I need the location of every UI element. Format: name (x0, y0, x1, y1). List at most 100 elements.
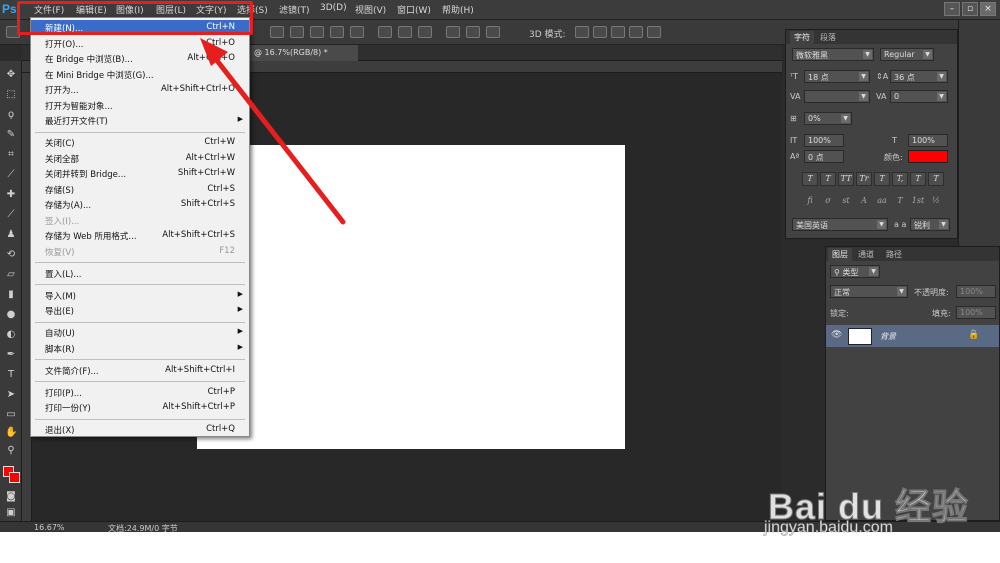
quick-mask-icon[interactable]: ◙ (5, 491, 17, 503)
titling-alternates-button[interactable]: T (892, 195, 908, 209)
font-style-select[interactable]: Regular ▼ (880, 48, 934, 61)
file-menu-item[interactable]: 关闭并转到 Bridge... Shift+Ctrl+W (31, 166, 249, 181)
dodge-tool-icon[interactable]: ◐ (5, 329, 17, 341)
visibility-eye-icon[interactable]: 👁 (831, 330, 842, 340)
file-menu-item[interactable]: 在 Bridge 中浏览(B)... Alt+Ctrl+O (31, 51, 249, 66)
3d-roll-icon[interactable] (593, 26, 607, 38)
blur-tool-icon[interactable]: ● (5, 309, 17, 321)
menu-window[interactable]: 窗口(W) (397, 3, 431, 16)
hand-tool-icon[interactable]: ✋ (5, 427, 17, 439)
underline-button[interactable]: T (910, 172, 926, 186)
file-menu-item[interactable]: 置入(L)... (31, 266, 249, 281)
file-menu-item[interactable]: 导出(E) ▶ (31, 303, 249, 318)
file-menu-item[interactable]: 存储为(A)... Shift+Ctrl+S (31, 197, 249, 212)
gradient-tool-icon[interactable]: ▮ (5, 289, 17, 301)
clone-stamp-tool-icon[interactable]: ♟ (5, 229, 17, 241)
path-select-tool-icon[interactable]: ➤ (5, 389, 17, 401)
distribute-center-icon[interactable] (466, 26, 480, 38)
align-middle-icon[interactable] (350, 26, 364, 38)
3d-scale-icon[interactable] (647, 26, 661, 38)
tab-character[interactable]: 字符 (790, 31, 814, 44)
type-tool-icon[interactable]: T (5, 369, 17, 381)
file-menu-item[interactable]: 关闭(C) Ctrl+W (31, 135, 249, 150)
stylistic-alternates-button[interactable]: aa (874, 195, 890, 209)
zoom-level[interactable]: 16.67% (34, 523, 65, 532)
file-menu-item[interactable]: 关闭全部 Alt+Ctrl+W (31, 151, 249, 166)
screen-mode-icon[interactable]: ▣ (5, 507, 17, 519)
language-select[interactable]: 美国英语 ▼ (792, 218, 888, 231)
file-menu-item[interactable]: 打印一份(Y) Alt+Shift+Ctrl+P (31, 400, 249, 415)
distribute-right-icon[interactable] (486, 26, 500, 38)
align-right-icon[interactable] (310, 26, 324, 38)
menu-help[interactable]: 帮助(H) (442, 3, 474, 16)
3d-rotate-icon[interactable] (575, 26, 589, 38)
layer-filter-select[interactable]: ⚲ 类型 ▼ (830, 265, 880, 278)
vertical-scale-input[interactable]: 100% (804, 134, 844, 147)
discretionary-ligatures-button[interactable]: st (838, 195, 854, 209)
move-tool-icon[interactable]: ✥ (5, 69, 17, 81)
quick-select-tool-icon[interactable]: ✎ (5, 129, 17, 141)
kerning-select[interactable]: ▼ (804, 90, 870, 103)
superscript-button[interactable]: T (874, 172, 890, 186)
file-menu-item[interactable]: 脚本(R) ▶ (31, 341, 249, 356)
minimize-icon[interactable]: – (944, 2, 960, 16)
distribute-middle-icon[interactable] (398, 26, 412, 38)
ligatures-button[interactable]: fi (802, 195, 818, 209)
file-menu-item[interactable]: 打开(O)... Ctrl+O (31, 36, 249, 51)
file-menu-item[interactable]: 自动(U) ▶ (31, 325, 249, 340)
file-menu-item[interactable]: 在 Mini Bridge 中浏览(G)... (31, 67, 249, 82)
3d-pan-icon[interactable] (611, 26, 625, 38)
file-menu-item[interactable]: 存储为 Web 所用格式... Alt+Shift+Ctrl+S (31, 228, 249, 243)
marquee-tool-icon[interactable]: ⬚ (5, 89, 17, 101)
tab-paths[interactable]: 路径 (882, 248, 906, 261)
document-tab[interactable]: @ 16.7%(RGB/8) * (250, 45, 358, 61)
small-caps-button[interactable]: Tr (856, 172, 872, 186)
brush-tool-icon[interactable]: ⟋ (5, 209, 17, 221)
menu-3d[interactable]: 3D(D) (320, 3, 347, 13)
old-style-button[interactable]: σ (820, 195, 836, 209)
leading-select[interactable]: 36 点 ▼ (890, 70, 948, 83)
antialias-select[interactable]: 锐利 ▼ (910, 218, 950, 231)
tab-paragraph[interactable]: 段落 (816, 31, 840, 44)
file-menu-item[interactable]: 打开为智能对象... (31, 98, 249, 113)
lasso-tool-icon[interactable]: ϙ (5, 109, 17, 121)
font-size-select[interactable]: 18 点 ▼ (804, 70, 870, 83)
file-menu-item[interactable]: 退出(X) Ctrl+Q (31, 422, 249, 437)
document-info[interactable]: 文档:24.9M/0 字节 (108, 523, 178, 532)
fill-input[interactable]: 100% (956, 306, 996, 319)
crop-tool-icon[interactable]: ⌗ (5, 149, 17, 161)
tsume-select[interactable]: 0% ▼ (804, 112, 852, 125)
document-canvas[interactable] (197, 145, 625, 449)
background-color-swatch[interactable] (9, 472, 20, 483)
strikethrough-button[interactable]: T (928, 172, 944, 186)
align-top-icon[interactable] (330, 26, 344, 38)
close-icon[interactable]: × (980, 2, 996, 16)
blend-mode-select[interactable]: 正常 ▼ (830, 285, 908, 298)
tab-layers[interactable]: 图层 (828, 248, 852, 261)
faux-italic-button[interactable]: T (820, 172, 836, 186)
distribute-bottom-icon[interactable] (418, 26, 432, 38)
3d-slide-icon[interactable] (629, 26, 643, 38)
text-color-swatch[interactable] (908, 150, 948, 163)
restore-icon[interactable]: ▫ (962, 2, 978, 16)
file-menu-item[interactable]: 导入(M) ▶ (31, 288, 249, 303)
ordinals-button[interactable]: 1st (910, 195, 926, 209)
shape-tool-icon[interactable]: ▭ (5, 409, 17, 421)
file-menu-item[interactable]: 打开为... Alt+Shift+Ctrl+O (31, 82, 249, 97)
file-menu-item[interactable]: 存储(S) Ctrl+S (31, 182, 249, 197)
horizontal-scale-input[interactable]: 100% (908, 134, 948, 147)
subscript-button[interactable]: T, (892, 172, 908, 186)
fractions-button[interactable]: ½ (928, 195, 944, 209)
swash-button[interactable]: A (856, 195, 872, 209)
distribute-left-icon[interactable] (446, 26, 460, 38)
opacity-input[interactable]: 100% (956, 285, 996, 298)
zoom-tool-icon[interactable]: ⚲ (5, 445, 17, 457)
healing-brush-tool-icon[interactable]: ✚ (5, 189, 17, 201)
eyedropper-tool-icon[interactable]: ⟋ (5, 169, 17, 181)
all-caps-button[interactable]: TT (838, 172, 854, 186)
font-family-select[interactable]: 微软雅黑 ▼ (792, 48, 874, 61)
align-left-icon[interactable] (270, 26, 284, 38)
history-brush-tool-icon[interactable]: ⟲ (5, 249, 17, 261)
align-center-icon[interactable] (290, 26, 304, 38)
pen-tool-icon[interactable]: ✒ (5, 349, 17, 361)
